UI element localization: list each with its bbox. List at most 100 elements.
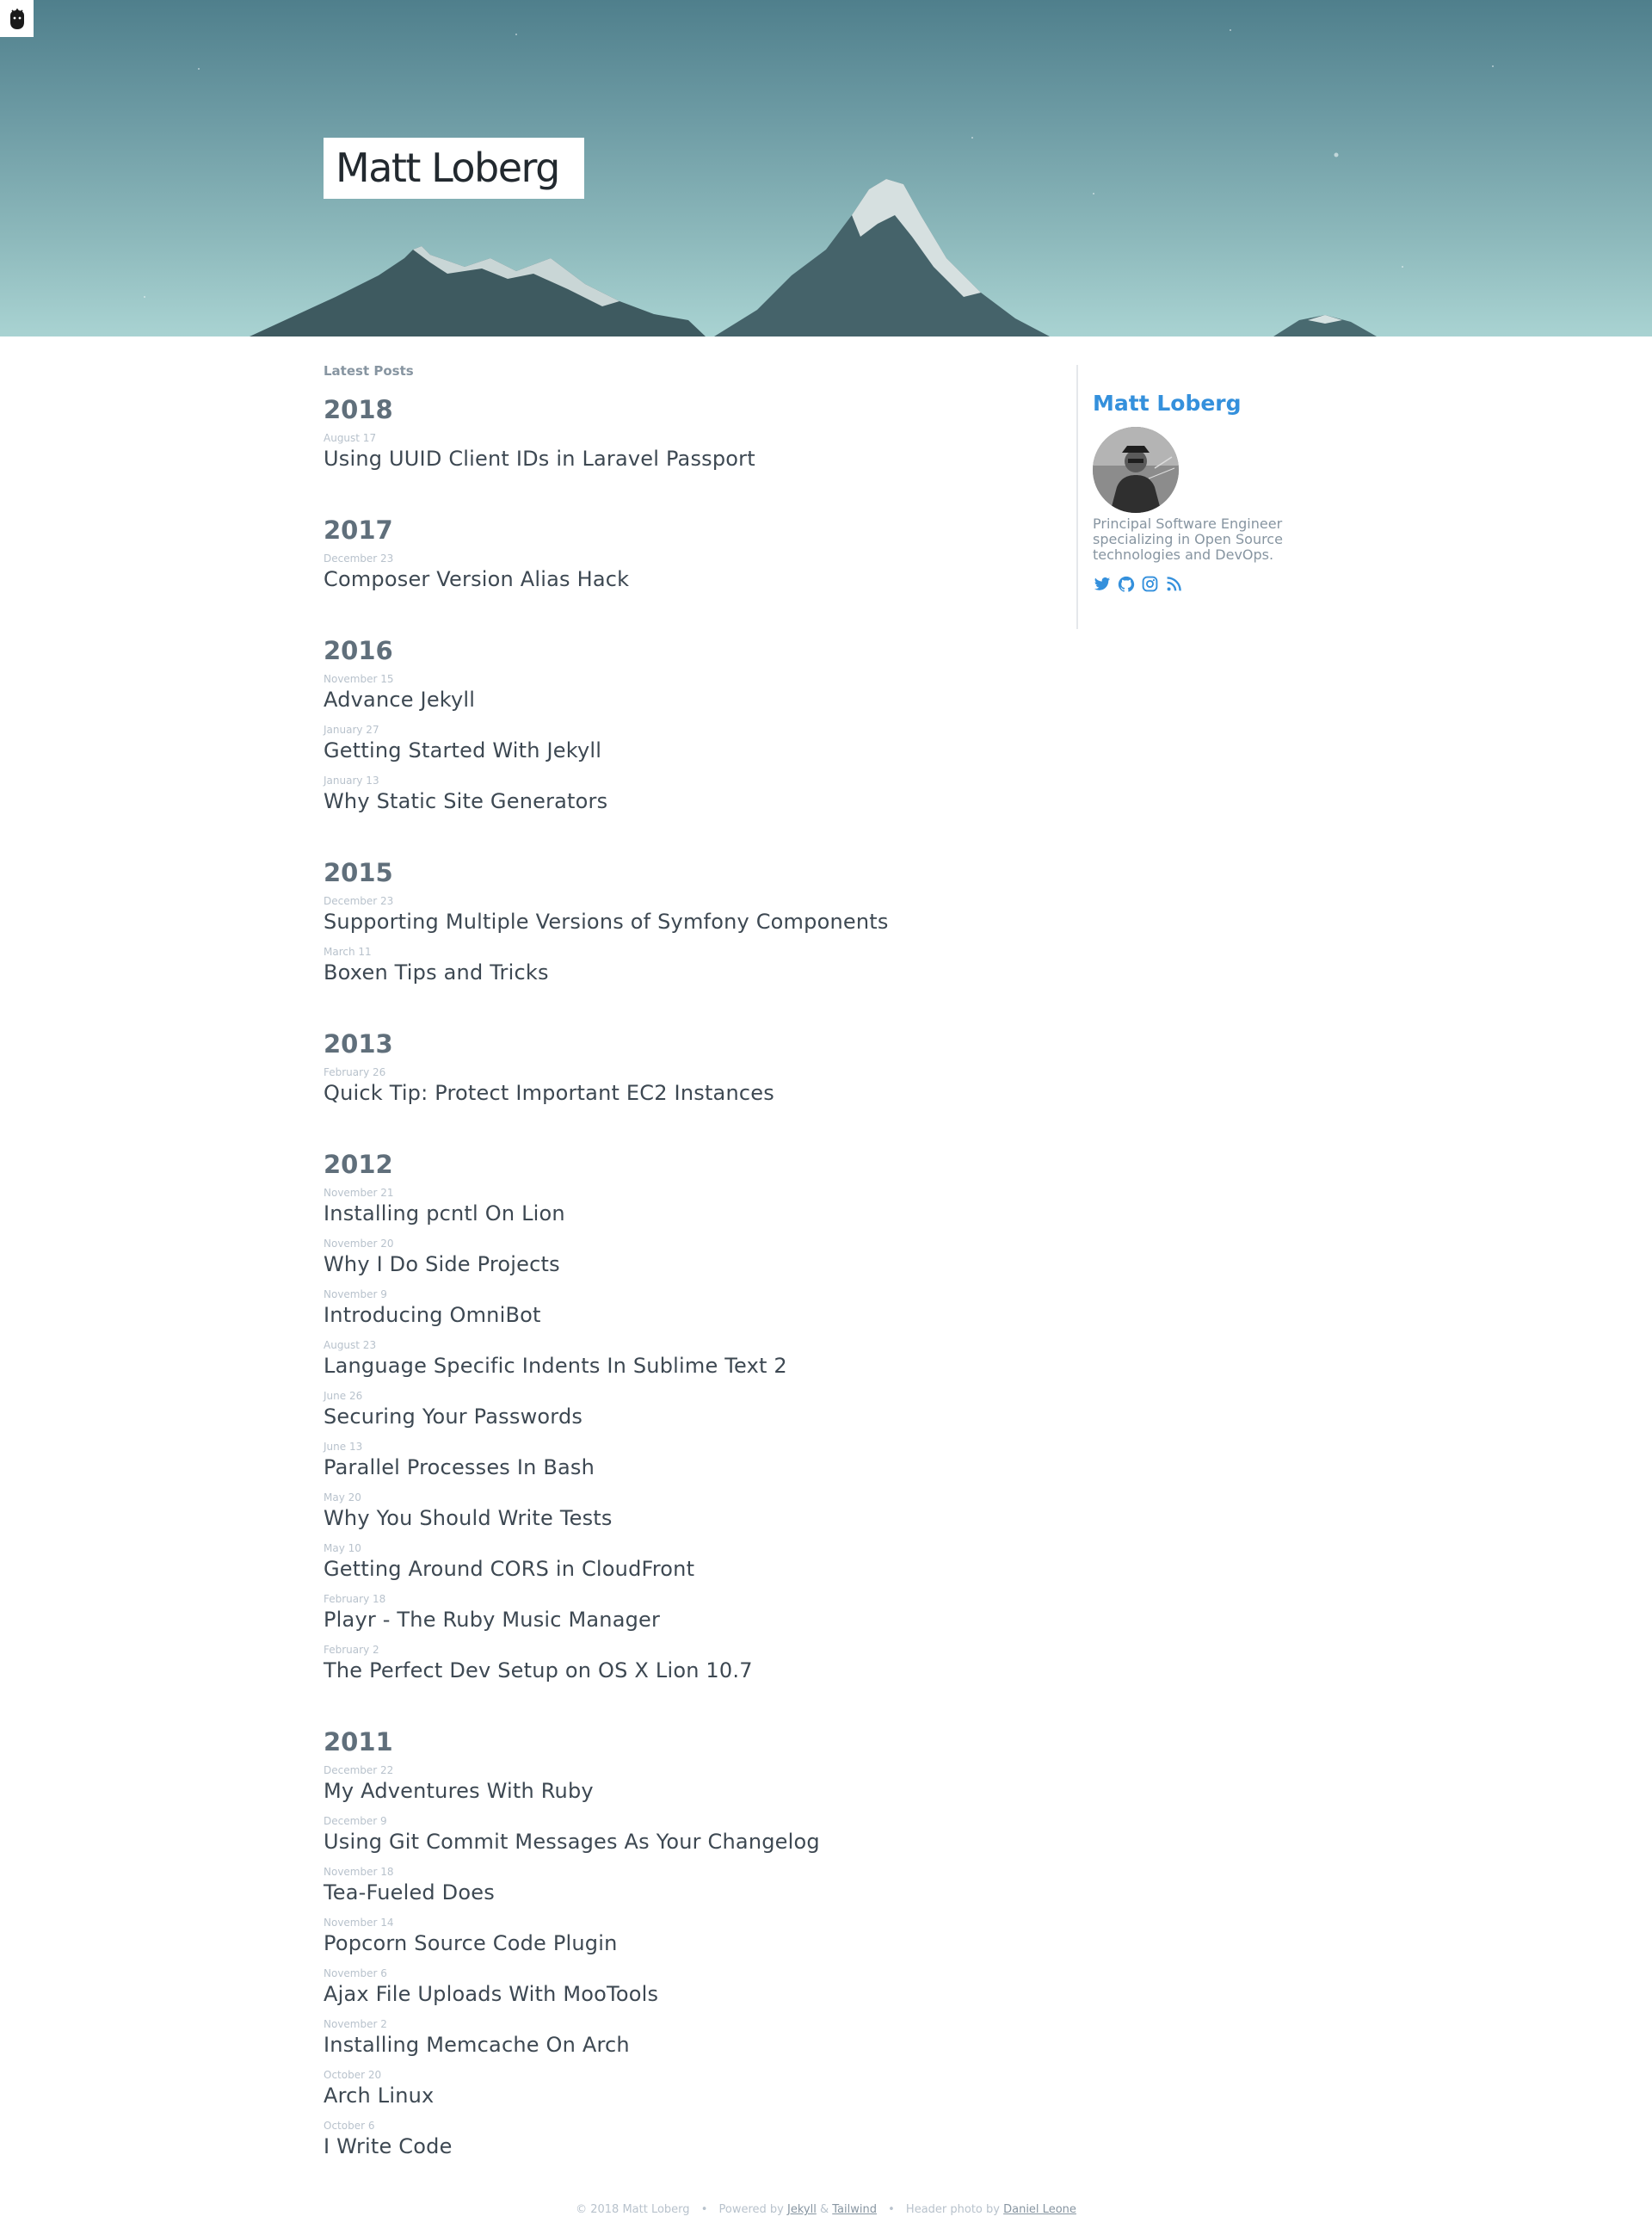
footer-photo-prefix: Header photo by xyxy=(905,2203,1000,2216)
post-item: January 13 Why Static Site Generators xyxy=(324,774,1012,824)
post-date: February 26 xyxy=(324,1066,386,1078)
post-item: December 22 My Adventures With Ruby xyxy=(324,1763,1012,1814)
post-title-link[interactable]: Popcorn Source Code Plugin xyxy=(324,1929,1012,1957)
twitter-link[interactable] xyxy=(1093,575,1111,593)
post-item: November 14 Popcorn Source Code Plugin xyxy=(324,1916,1012,1966)
post-title-link[interactable]: Introducing OmniBot xyxy=(324,1301,1012,1329)
latest-posts-section: Latest Posts 2018 August 17 Using UUID C… xyxy=(324,357,1012,2200)
home-logo-link[interactable] xyxy=(0,0,34,37)
year-heading: 2015 xyxy=(324,858,393,887)
instagram-icon xyxy=(1142,576,1158,592)
footer-separator: • xyxy=(700,2203,708,2216)
post-item: October 20 Arch Linux xyxy=(324,2068,1012,2119)
post-title-link[interactable]: Why I Do Side Projects xyxy=(324,1250,1012,1278)
post-item: December 9 Using Git Commit Messages As … xyxy=(324,1814,1012,1865)
tailwind-link[interactable]: Tailwind xyxy=(832,2203,877,2216)
photographer-link[interactable]: Daniel Leone xyxy=(1003,2203,1076,2216)
header-banner xyxy=(0,0,1652,336)
footer-ampersand: & xyxy=(819,2203,829,2216)
post-date: May 20 xyxy=(324,1491,361,1503)
post-title-link[interactable]: My Adventures With Ruby xyxy=(324,1777,1012,1805)
post-date: December 23 xyxy=(324,895,394,907)
post-item: November 18 Tea-Fueled Does xyxy=(324,1865,1012,1916)
post-title-link[interactable]: I Write Code xyxy=(324,2133,1012,2160)
year-heading: 2016 xyxy=(324,636,393,665)
year-heading: 2017 xyxy=(324,516,393,545)
post-item: November 6 Ajax File Uploads With MooToo… xyxy=(324,1966,1012,2017)
logo-icon xyxy=(9,8,24,29)
post-title-link[interactable]: Why You Should Write Tests xyxy=(324,1504,1012,1532)
avatar xyxy=(1093,427,1179,513)
post-title-link[interactable]: Playr - The Ruby Music Manager xyxy=(324,1606,1012,1633)
post-title-link[interactable]: Getting Around CORS in CloudFront xyxy=(324,1555,1012,1583)
github-link[interactable] xyxy=(1117,575,1135,593)
year-heading: 2013 xyxy=(324,1029,393,1059)
post-title-link[interactable]: The Perfect Dev Setup on OS X Lion 10.7 xyxy=(324,1657,1012,1684)
post-title-link[interactable]: Language Specific Indents In Sublime Tex… xyxy=(324,1352,1012,1380)
post-title-link[interactable]: Arch Linux xyxy=(324,2082,1012,2109)
post-date: January 13 xyxy=(324,775,379,787)
post-date: November 21 xyxy=(324,1187,394,1199)
post-date: November 6 xyxy=(324,1967,387,1979)
footer-powered-prefix: Powered by xyxy=(718,2203,784,2216)
latest-posts-label: Latest Posts xyxy=(324,363,414,379)
post-item: June 26 Securing Your Passwords xyxy=(324,1389,1012,1440)
post-title-link[interactable]: Boxen Tips and Tricks xyxy=(324,959,1012,986)
post-date: December 9 xyxy=(324,1815,387,1827)
post-date: October 20 xyxy=(324,2069,382,2081)
footer-copyright: © 2018 Matt Loberg xyxy=(576,2203,690,2216)
post-date: February 2 xyxy=(324,1644,379,1656)
post-date: December 23 xyxy=(324,553,394,565)
post-date: May 10 xyxy=(324,1542,361,1554)
post-title-link[interactable]: Using Git Commit Messages As Your Change… xyxy=(324,1828,1012,1855)
instagram-link[interactable] xyxy=(1141,575,1159,593)
post-title-link[interactable]: Installing pcntl On Lion xyxy=(324,1200,1012,1227)
post-title-link[interactable]: Using UUID Client IDs in Laravel Passpor… xyxy=(324,445,1012,472)
post-date: November 9 xyxy=(324,1288,387,1300)
rss-icon xyxy=(1167,577,1181,591)
post-item: March 11 Boxen Tips and Tricks xyxy=(324,945,1012,996)
year-group-2018: 2018 August 17 Using UUID Client IDs in … xyxy=(324,392,1012,482)
jekyll-link[interactable]: Jekyll xyxy=(787,2203,817,2216)
avatar-photo xyxy=(1093,427,1179,513)
post-title-link[interactable]: Why Static Site Generators xyxy=(324,787,1012,815)
year-group-2015: 2015 December 23 Supporting Multiple Ver… xyxy=(324,855,1012,996)
author-sidebar: Matt Loberg Principal Software Engineer … xyxy=(1076,365,1335,629)
post-item: November 21 Installing pcntl On Lion xyxy=(324,1186,1012,1237)
post-item: February 2 The Perfect Dev Setup on OS X… xyxy=(324,1643,1012,1694)
post-date: November 15 xyxy=(324,673,394,685)
post-date: October 6 xyxy=(324,2120,375,2132)
post-item: November 9 Introducing OmniBot xyxy=(324,1287,1012,1338)
site-title[interactable]: Matt Loberg xyxy=(324,138,584,199)
post-date: March 11 xyxy=(324,946,372,958)
year-heading: 2018 xyxy=(324,395,393,424)
post-item: January 27 Getting Started With Jekyll xyxy=(324,723,1012,774)
post-item: June 13 Parallel Processes In Bash xyxy=(324,1440,1012,1491)
author-name-link[interactable]: Matt Loberg xyxy=(1093,389,1335,418)
post-title-link[interactable]: Parallel Processes In Bash xyxy=(324,1454,1012,1481)
post-title-link[interactable]: Getting Started With Jekyll xyxy=(324,737,1012,764)
post-item: November 15 Advance Jekyll xyxy=(324,672,1012,723)
post-title-link[interactable]: Installing Memcache On Arch xyxy=(324,2031,1012,2059)
github-icon xyxy=(1118,576,1134,592)
post-date: November 2 xyxy=(324,2018,387,2030)
year-group-2017: 2017 December 23 Composer Version Alias … xyxy=(324,512,1012,602)
year-group-2013: 2013 February 26 Quick Tip: Protect Impo… xyxy=(324,1026,1012,1116)
post-item: November 20 Why I Do Side Projects xyxy=(324,1237,1012,1287)
year-heading: 2011 xyxy=(324,1727,393,1757)
rss-link[interactable] xyxy=(1165,575,1183,593)
post-date: June 26 xyxy=(324,1390,363,1402)
post-item: December 23 Composer Version Alias Hack xyxy=(324,552,1012,602)
year-heading: 2012 xyxy=(324,1150,393,1179)
post-title-link[interactable]: Composer Version Alias Hack xyxy=(324,565,1012,593)
post-title-link[interactable]: Securing Your Passwords xyxy=(324,1403,1012,1430)
post-title-link[interactable]: Tea-Fueled Does xyxy=(324,1879,1012,1906)
post-title-link[interactable]: Advance Jekyll xyxy=(324,686,1012,713)
mountain-photo xyxy=(144,29,1494,336)
post-title-link[interactable]: Ajax File Uploads With MooTools xyxy=(324,1980,1012,2008)
post-title-link[interactable]: Supporting Multiple Versions of Symfony … xyxy=(324,908,1012,935)
post-item: November 2 Installing Memcache On Arch xyxy=(324,2017,1012,2068)
post-date: November 20 xyxy=(324,1238,394,1250)
post-title-link[interactable]: Quick Tip: Protect Important EC2 Instanc… xyxy=(324,1079,1012,1107)
twitter-icon xyxy=(1094,577,1110,590)
